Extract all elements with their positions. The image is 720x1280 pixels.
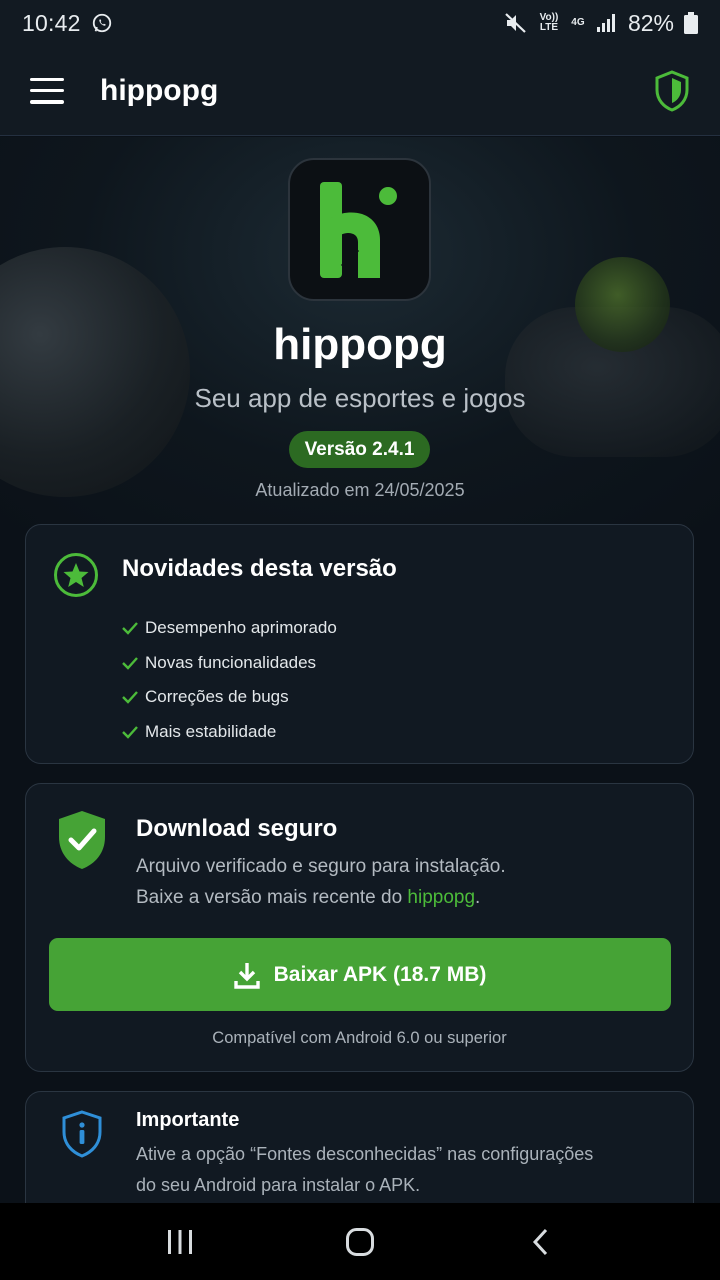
download-description-2: Baixe a versão mais recente do hippopg. xyxy=(136,887,480,909)
hippopg-logo-icon xyxy=(319,181,397,278)
whats-new-list: Desempenho aprimorado Novas funcionalida… xyxy=(122,611,337,749)
signal-icon xyxy=(596,14,615,32)
version-badge: Versão 2.4.1 xyxy=(289,431,430,468)
mute-icon xyxy=(505,13,526,33)
shield-check-icon xyxy=(59,811,105,869)
app-bar-title: hippopg xyxy=(100,73,219,107)
hero-section: hippopg Seu app de esportes e jogos Vers… xyxy=(0,137,720,527)
star-icon xyxy=(54,553,98,597)
back-icon xyxy=(532,1228,548,1255)
important-text-line-2: do seu Android para instalar o APK. xyxy=(136,1175,421,1195)
compatibility-note: Compatível com Android 6.0 ou superior xyxy=(212,1029,507,1047)
status-right: Vo)) LTE 4G 82% xyxy=(504,10,698,37)
check-icon xyxy=(122,691,138,704)
home-button[interactable] xyxy=(330,1217,390,1267)
battery-percent: 82% xyxy=(627,9,674,36)
download-card: Download seguro Arquivo verificado e seg… xyxy=(25,783,694,1072)
list-item: Novas funcionalidades xyxy=(122,646,337,681)
important-text-line-1: Ative a opção “Fontes desconhecidas” nas… xyxy=(136,1144,594,1164)
check-icon xyxy=(122,725,138,739)
important-title: Importante xyxy=(136,1109,240,1131)
download-title: Download seguro xyxy=(136,815,338,842)
list-item-label: Novas funcionalidades xyxy=(145,652,317,672)
menu-icon[interactable] xyxy=(30,77,64,104)
info-shield-icon xyxy=(62,1110,102,1158)
download-description: Arquivo verificado e seguro para instala… xyxy=(136,856,506,877)
check-icon xyxy=(122,656,138,670)
list-item: Mais estabilidade xyxy=(122,715,337,750)
back-button[interactable] xyxy=(510,1217,570,1267)
list-item-label: Correções de bugs xyxy=(145,687,289,707)
app-logo xyxy=(288,158,431,301)
whats-new-card: Novidades desta versão Desempenho aprimo… xyxy=(25,524,694,764)
download-desc-prefix: Baixe a versão mais recente do xyxy=(136,887,408,908)
whats-new-title: Novidades desta versão xyxy=(122,555,397,582)
list-item-label: Desempenho aprimorado xyxy=(145,618,337,638)
download-button-label: Baixar APK (18.7 MB) xyxy=(273,962,487,986)
download-apk-button[interactable]: Baixar APK (18.7 MB) xyxy=(49,938,671,1011)
whatsapp-icon xyxy=(92,13,111,33)
recents-icon xyxy=(168,1229,192,1254)
updated-date: Atualizado em 24/05/2025 xyxy=(255,480,465,500)
app-tagline: Seu app de esportes e jogos xyxy=(194,383,526,413)
download-desc-suffix: . xyxy=(475,887,481,908)
battery-icon xyxy=(684,12,698,34)
status-bar: 10:42 Vo)) LTE 4G 82% xyxy=(0,0,720,46)
network-label: 4G xyxy=(571,17,585,28)
list-item: Correções de bugs xyxy=(122,680,337,715)
list-item-label: Mais estabilidade xyxy=(145,721,277,741)
list-item: Desempenho aprimorado xyxy=(122,611,337,646)
shield-icon[interactable] xyxy=(654,69,690,112)
recents-button[interactable] xyxy=(150,1217,210,1267)
app-bar: hippopg xyxy=(0,46,720,136)
volte-label: Vo)) LTE xyxy=(539,12,559,33)
status-left: 10:42 xyxy=(22,10,113,37)
app-name: hippopg xyxy=(273,320,447,369)
download-icon xyxy=(233,962,260,989)
system-nav-bar xyxy=(0,1203,720,1280)
status-time: 10:42 xyxy=(22,9,81,36)
home-icon xyxy=(346,1227,374,1256)
check-icon xyxy=(122,622,138,635)
download-desc-highlight: hippopg xyxy=(407,887,476,908)
soccer-ball-image xyxy=(0,247,190,497)
